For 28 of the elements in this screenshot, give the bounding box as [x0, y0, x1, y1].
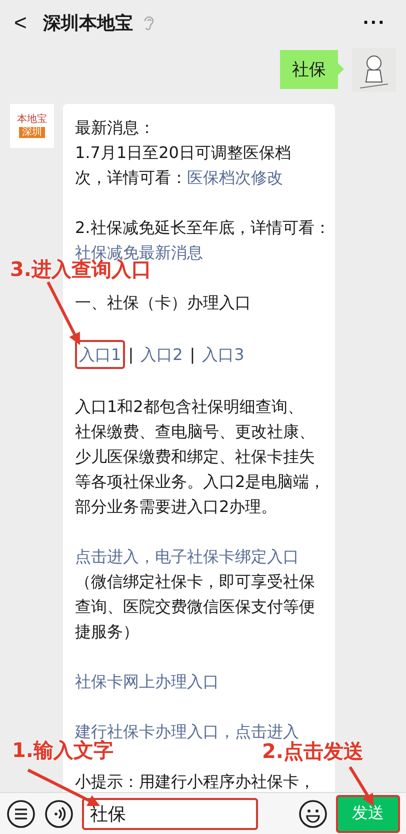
entry-link[interactable]: 入口2 — [136, 340, 187, 369]
voice-icon[interactable] — [44, 798, 74, 828]
annotation-arrow — [46, 281, 80, 345]
sent-message: 社保 — [280, 50, 344, 89]
link[interactable]: 医保档次修改 — [187, 168, 283, 187]
message-paragraph: 一、社保（卡）办理入口 — [75, 292, 252, 314]
separator: | — [128, 344, 134, 366]
message-input[interactable]: 社保 — [82, 798, 258, 830]
link[interactable]: 社保卡网上办理入口 — [75, 672, 219, 691]
annotation-label: 2.点击发送 — [262, 739, 364, 765]
message-paragraph: 最新消息： 1.7月1日至20日可调整医保档 次，详情可看：医保档次修改 — [75, 117, 292, 189]
menu-icon[interactable] — [6, 798, 36, 828]
more-button[interactable]: ··· — [357, 10, 392, 36]
entry-link[interactable]: 入口3 — [198, 340, 248, 369]
avatar-icon — [352, 48, 396, 92]
entry-link[interactable]: 入口1 — [75, 340, 126, 369]
message-paragraph: 点击进入，电子社保卡绑定入口 （微信绑定社保卡，即可享受社保 查询、医院交费微信医保支付等便 捷服务） — [75, 546, 316, 643]
message-paragraph: 入口1和2都包含社保明细查询、 社保缴费、查电脑号、更改社康、 少儿医保缴费和绑定、社保卡挂失 等各项社保业务。入口2是电脑端， 部分业务需要进入口2办理。 — [75, 396, 326, 518]
back-button[interactable]: < — [14, 10, 33, 36]
annotation-label: 1.输入文字 — [12, 738, 114, 764]
link[interactable]: 点击进入，电子社保卡绑定入口 — [75, 547, 299, 566]
annotation-arrow — [348, 766, 374, 806]
chat-title: 深圳本地宝 — [42, 12, 133, 35]
account-logo: 本地宝 深圳 — [10, 104, 54, 148]
emoji-icon[interactable] — [298, 798, 328, 828]
link[interactable]: 建行社保卡办理入口，点击进入 — [75, 722, 299, 741]
separator: | — [190, 344, 196, 366]
message-paragraph: 小提示：用建行小程序办社保卡， — [75, 771, 316, 792]
